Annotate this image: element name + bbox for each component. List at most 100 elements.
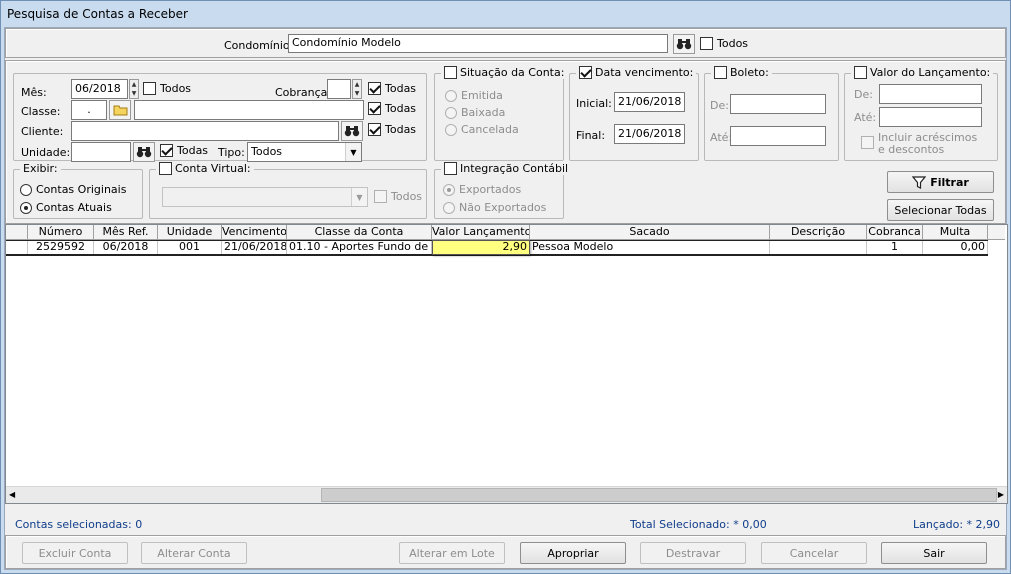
- mes-todos-label: Todos: [160, 82, 192, 95]
- situacao-legend[interactable]: Situação da Conta:: [441, 66, 568, 79]
- scroll-thumb[interactable]: [321, 488, 997, 502]
- sair-button[interactable]: Sair: [881, 542, 987, 564]
- conta-virtual-group: Conta Virtual: ▼ Todos: [149, 162, 427, 219]
- exportados-label: Exportados: [459, 183, 522, 196]
- cliente-input[interactable]: [71, 121, 339, 141]
- basic-filters-group: Mês: 06/2018 ▲ ▼ Todos Cobrança: ▲ ▼ Todas…: [13, 73, 427, 162]
- nao-exportados-radio[interactable]: Não Exportados: [443, 201, 546, 214]
- cobranca-spinner[interactable]: ▲ ▼: [352, 79, 362, 99]
- cell-valor-lancamento[interactable]: 2,90: [432, 240, 530, 255]
- cobranca-input[interactable]: [327, 79, 351, 99]
- checkbox-box: [368, 102, 381, 115]
- boleto-ate-input[interactable]: [730, 126, 826, 146]
- alterar-em-lote-label: Alterar em Lote: [409, 546, 495, 560]
- classe-todas-checkbox[interactable]: Todas: [368, 102, 416, 115]
- cancelar-button[interactable]: Cancelar: [761, 542, 867, 564]
- condominio-search-button[interactable]: [673, 34, 695, 54]
- conta-virtual-legend[interactable]: Conta Virtual:: [156, 162, 254, 175]
- total-selecionado-status: Total Selecionado: * 0,00: [630, 518, 767, 531]
- footer-panel: Excluir Conta Alterar Conta Alterar em L…: [5, 535, 1006, 569]
- destravar-button[interactable]: Destravar: [640, 542, 746, 564]
- mes-input[interactable]: 06/2018: [71, 79, 128, 99]
- inicial-date-input[interactable]: 21/06/2018: [614, 92, 685, 112]
- horizontal-scrollbar[interactable]: ◀ ▶: [6, 486, 1007, 503]
- cliente-todas-label: Todas: [385, 123, 417, 136]
- column-header[interactable]: Cobranca: [867, 225, 923, 240]
- filtrar-button[interactable]: Filtrar: [887, 171, 994, 193]
- spin-down-icon: ▼: [354, 90, 360, 97]
- cobranca-label: Cobrança:: [275, 86, 332, 99]
- incluir-acrescimos-checkbox[interactable]: Incluir acréscimos e descontos: [861, 132, 977, 156]
- column-header[interactable]: Unidade: [158, 225, 222, 240]
- apropriar-button[interactable]: Apropriar: [520, 542, 626, 564]
- situacao-title: Situação da Conta:: [460, 66, 565, 79]
- situacao-emitida-radio[interactable]: Emitida: [445, 89, 503, 102]
- column-header[interactable]: Mês Ref.: [94, 225, 158, 240]
- boleto-legend[interactable]: Boleto:: [711, 66, 772, 79]
- mes-todos-checkbox[interactable]: Todos: [143, 82, 191, 95]
- unidade-search-button[interactable]: [133, 142, 155, 162]
- integracao-legend[interactable]: Integração Contábil: [441, 162, 572, 175]
- selecionar-todas-button[interactable]: Selecionar Todas: [887, 199, 994, 221]
- table-row[interactable]: 2529592 06/2018 001 21/06/2018 01.10 - A…: [6, 240, 988, 256]
- situacao-baixada-radio[interactable]: Baixada: [445, 106, 505, 119]
- scroll-right-icon[interactable]: ▶: [998, 490, 1004, 499]
- alterar-em-lote-button[interactable]: Alterar em Lote: [399, 542, 505, 564]
- valor-legend[interactable]: Valor do Lançamento:: [851, 66, 994, 79]
- column-header[interactable]: Sacado: [530, 225, 770, 240]
- tipo-select[interactable]: Todos ▼: [247, 142, 362, 162]
- cliente-search-button[interactable]: [341, 121, 363, 141]
- excluir-conta-button[interactable]: Excluir Conta: [22, 542, 128, 564]
- unidade-todas-checkbox[interactable]: Todas: [160, 144, 208, 157]
- mes-spinner[interactable]: ▲ ▼: [129, 79, 139, 99]
- column-header[interactable]: Multa: [923, 225, 988, 240]
- unidade-todas-label: Todas: [177, 144, 209, 157]
- cobranca-todas-checkbox[interactable]: Todas: [368, 82, 416, 95]
- unidade-input[interactable]: [71, 142, 131, 162]
- classe-code-input[interactable]: .: [71, 100, 107, 120]
- situacao-cancelada-radio[interactable]: Cancelada: [445, 123, 519, 136]
- contas-selecionadas-status: Contas selecionadas: 0: [15, 518, 143, 531]
- contas-atuais-radio[interactable]: Contas Atuais: [20, 201, 112, 214]
- cell-cobranca: 1: [867, 241, 923, 254]
- boleto-de-input[interactable]: [730, 94, 826, 114]
- final-date-input[interactable]: 21/06/2018: [614, 124, 685, 144]
- classe-browse-button[interactable]: [109, 100, 131, 120]
- cell-unidade: 001: [158, 241, 222, 254]
- condominio-input[interactable]: Condomínio Modelo: [288, 34, 668, 53]
- nao-exportados-label: Não Exportados: [459, 201, 547, 214]
- valor-ate-input[interactable]: [879, 107, 982, 127]
- column-header[interactable]: Valor Lançamento: [432, 225, 530, 240]
- vencimento-group: Data vencimento: Inicial: 21/06/2018 Fin…: [569, 66, 699, 161]
- conta-virtual-select[interactable]: ▼: [162, 187, 368, 207]
- checkbox-box: [444, 66, 457, 79]
- alterar-conta-label: Alterar Conta: [157, 546, 231, 560]
- column-header[interactable]: Descrição: [770, 225, 867, 240]
- binoculars-icon: [676, 39, 692, 50]
- checkbox-box: [159, 162, 172, 175]
- column-header[interactable]: Classe da Conta: [287, 225, 432, 240]
- extra-header: [988, 225, 1005, 240]
- boleto-ate-label: Até:: [710, 131, 733, 144]
- valor-de-input[interactable]: [879, 84, 982, 104]
- vencimento-legend[interactable]: Data vencimento:: [576, 66, 697, 79]
- exportados-radio[interactable]: Exportados: [443, 183, 521, 196]
- condominio-todos-label: Todos: [717, 37, 749, 50]
- classe-todas-label: Todas: [385, 102, 417, 115]
- cell-sacado: Pessoa Modelo: [530, 241, 770, 254]
- filter-icon: [912, 175, 927, 189]
- column-header[interactable]: Número: [28, 225, 94, 240]
- classe-description-input[interactable]: [134, 100, 364, 120]
- checkbox-box: [368, 123, 381, 136]
- cliente-todas-checkbox[interactable]: Todas: [368, 123, 416, 136]
- scroll-left-icon[interactable]: ◀: [9, 490, 15, 499]
- contas-originais-radio[interactable]: Contas Originais: [20, 183, 126, 196]
- column-header[interactable]: Vencimento: [222, 225, 287, 240]
- integracao-title: Integração Contábil: [460, 162, 569, 175]
- alterar-conta-button[interactable]: Alterar Conta: [141, 542, 247, 564]
- condominio-todos-checkbox[interactable]: Todos: [700, 37, 748, 50]
- checkbox-box: [444, 162, 457, 175]
- conta-virtual-todos-checkbox[interactable]: Todos: [374, 190, 422, 203]
- row-indicator-header: [6, 225, 28, 240]
- integracao-group: Integração Contábil Exportados Não Expor…: [434, 162, 572, 219]
